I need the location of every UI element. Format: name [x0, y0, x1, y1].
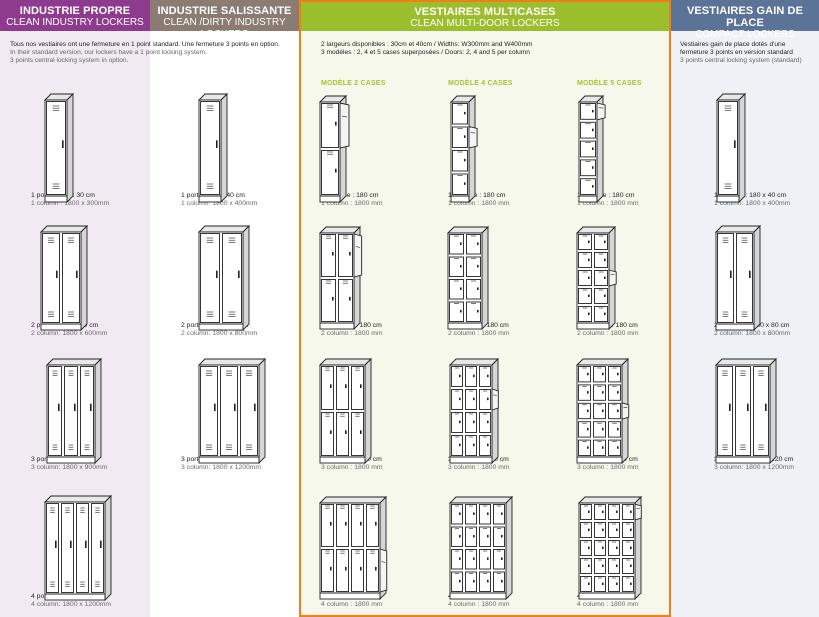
- multi-intro-1: 2 largeurs disponibles : 30cm et 40cm / …: [321, 41, 533, 48]
- compact-subtitle: COMPACT LOCKERS: [695, 29, 795, 40]
- locker-m2-4col: [318, 495, 388, 601]
- compact-title: VESTIAIRES GAIN DE PLACE: [686, 5, 804, 29]
- intro-en-1: In their standard version, our lockers h…: [10, 49, 207, 56]
- dirty-industry-header: INDUSTRIE SALISSANTE CLEAN /DIRTY INDUST…: [150, 0, 299, 40]
- compact-header: VESTIAIRES GAIN DE PLACE COMPACT LOCKERS: [671, 0, 819, 40]
- locker-m2-1col: [318, 94, 350, 204]
- locker-c1-1door: [43, 92, 75, 204]
- compact-intro-1: Vestiaires gain de place dotés d'une: [680, 41, 786, 48]
- compact-intro: Vestiaires gain de place dotés d'une fer…: [680, 41, 816, 65]
- locker-m5-3col: [575, 357, 630, 465]
- locker-catalog-page: INDUSTRIE PROPRE CLEAN INDUSTRY LOCKERS …: [0, 0, 819, 617]
- multi-door-header: VESTIAIRES MULTICASES CLEAN MULTI-DOOR L…: [301, 2, 669, 31]
- locker-c1-3door: [45, 357, 103, 465]
- locker-m5-4col: [577, 495, 643, 601]
- locker-m2-2col: [318, 225, 363, 331]
- model-label-2: MODÈLE 2 CASES: [321, 80, 386, 87]
- locker-c4-2col: [714, 224, 762, 332]
- multi-door-subtitle: CLEAN MULTI-DOOR LOCKERS: [410, 18, 560, 29]
- multi-door-intro: 2 largeurs disponibles : 30cm et 40cm / …: [321, 41, 661, 57]
- locker-m4-3col: [448, 357, 500, 465]
- multi-door-title: VESTIAIRES MULTICASES: [414, 6, 556, 18]
- intro-en-2: 3 points central locking system in optio…: [10, 57, 129, 64]
- locker-c2-2door: [197, 224, 251, 332]
- locker-c1-4door: [43, 494, 113, 602]
- clean-industry-title: INDUSTRIE PROPRE: [19, 5, 131, 17]
- compact-intro-3: 3 points central locking system (standar…: [680, 57, 802, 64]
- locker-c2-3door: [197, 357, 267, 465]
- clean-industry-subtitle: CLEAN INDUSTRY LOCKERS: [6, 17, 144, 28]
- locker-c2-1door: [197, 92, 229, 204]
- locker-m5-1col: [577, 94, 606, 204]
- compact-intro-2: fermeture 3 points en version standard: [680, 49, 793, 56]
- model-label-4: MODÈLE 4 CASES: [448, 80, 513, 87]
- locker-m4-1col: [449, 94, 478, 204]
- clean-industry-header: INDUSTRIE PROPRE CLEAN INDUSTRY LOCKERS: [0, 0, 150, 31]
- locker-c4-1col: [715, 92, 747, 204]
- multi-intro-2: 3 modèles : 2, 4 et 5 cases superposées …: [321, 49, 530, 56]
- locker-m2-3col: [318, 357, 373, 465]
- locker-c1-2door: [39, 224, 89, 332]
- locker-m4-4col: [448, 495, 514, 601]
- locker-m4-2col: [446, 225, 490, 331]
- dirty-industry-subtitle: CLEAN /DIRTY INDUSTRY LOCKERS: [163, 17, 286, 40]
- locker-m5-2col: [575, 225, 617, 331]
- dirty-industry-title: INDUSTRIE SALISSANTE: [157, 5, 292, 17]
- clean-industry-intro: Tous nos vestiaires ont une fermeture en…: [10, 41, 300, 65]
- intro-fr: Tous nos vestiaires ont une fermeture en…: [10, 41, 280, 48]
- model-label-5: MODÈLE 5 CASES: [577, 80, 642, 87]
- locker-c4-3col: [714, 357, 778, 465]
